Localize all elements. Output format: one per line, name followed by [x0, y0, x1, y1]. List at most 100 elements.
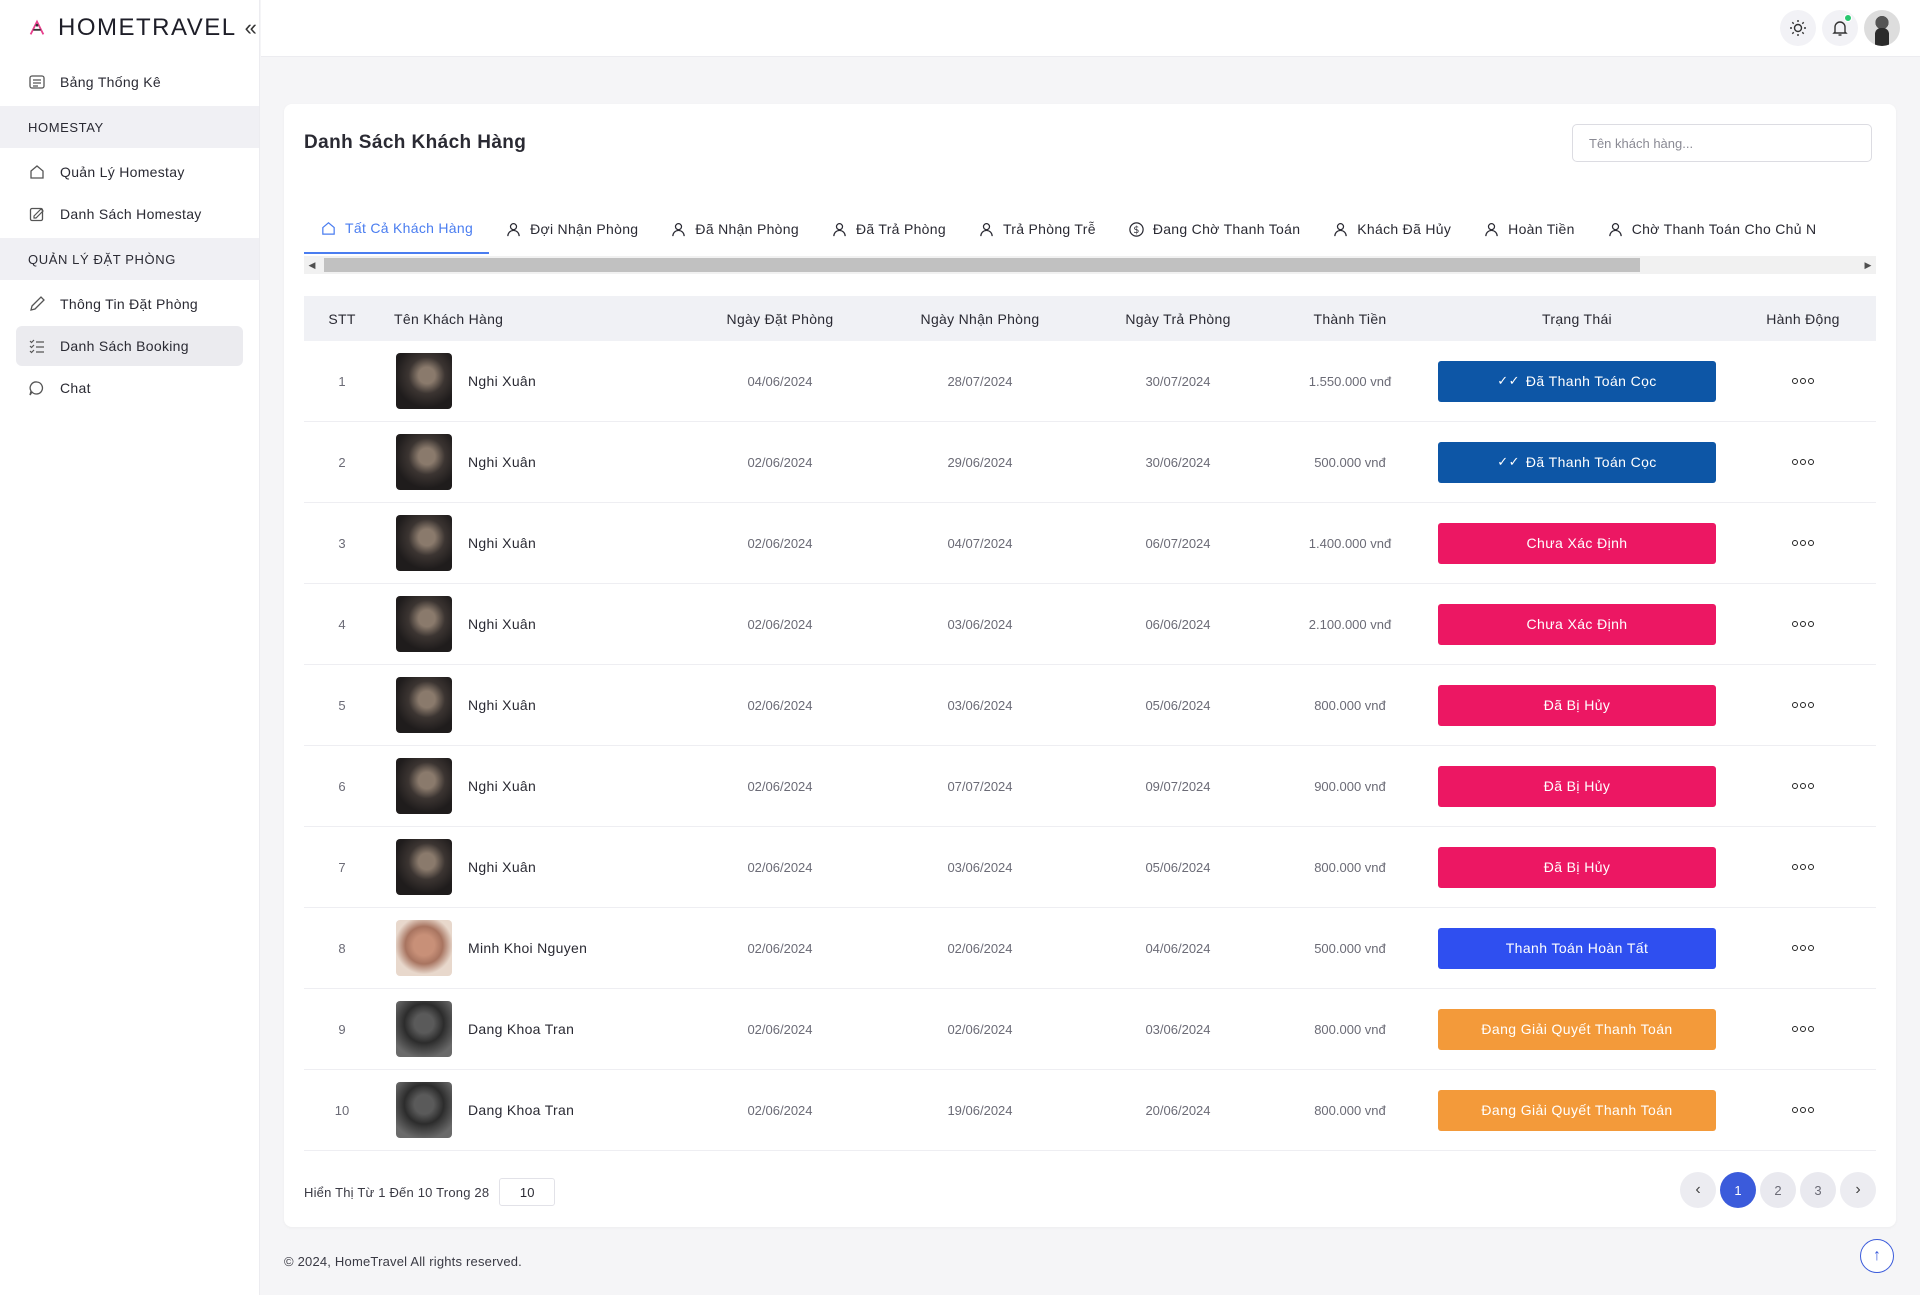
status-badge[interactable]: Đã Bị Hủy	[1438, 684, 1716, 726]
checkout-date: 03/06/2024	[1145, 1021, 1211, 1037]
tab-8[interactable]: Chờ Thanh Toán Cho Chủ N	[1591, 204, 1833, 254]
row-stt: 10	[334, 1102, 350, 1118]
tab-1[interactable]: Đợi Nhận Phòng	[489, 204, 654, 254]
sidebar-item-manage-homestay[interactable]: Quản Lý Homestay	[16, 152, 243, 192]
customer-avatar	[396, 515, 452, 571]
checkin-date: 03/06/2024	[947, 616, 1013, 632]
user-icon	[1332, 221, 1357, 238]
status-badge[interactable]: ✓✓ Đã Thanh Toán Cọc	[1438, 441, 1716, 483]
checkout-date: 30/07/2024	[1145, 373, 1211, 389]
tab-5[interactable]: $ Đang Chờ Thanh Toán	[1112, 204, 1316, 254]
scroll-right-icon[interactable]: ▶	[1860, 256, 1876, 274]
customer-name: Minh Khoi Nguyen	[468, 940, 588, 956]
tab-label: Đang Chờ Thanh Toán	[1152, 221, 1301, 237]
table-body: 1 Nghi Xuân 04/06/2024 28/07/2024 30/07/2024…	[304, 341, 1876, 1151]
status-badge[interactable]: Chưa Xác Định	[1438, 603, 1716, 645]
more-actions-icon[interactable]	[1786, 1101, 1820, 1119]
amount: 800.000 vnđ	[1314, 1102, 1386, 1118]
customer-avatar	[396, 677, 452, 733]
tab-3[interactable]: Đã Trả Phòng	[815, 204, 962, 254]
customer-name: Nghi Xuân	[468, 616, 537, 632]
status-badge[interactable]: Đang Giải Quyết Thanh Toán	[1438, 1089, 1716, 1131]
bell-icon[interactable]	[1822, 10, 1858, 46]
more-actions-icon[interactable]	[1786, 372, 1820, 390]
status-badge[interactable]: Đang Giải Quyết Thanh Toán	[1438, 1008, 1716, 1050]
booked-date: 02/06/2024	[747, 697, 813, 713]
tab-label: Đợi Nhận Phòng	[530, 221, 639, 237]
amount: 900.000 vnđ	[1314, 778, 1386, 794]
scroll-left-icon[interactable]: ◀	[304, 256, 320, 274]
page-3-button[interactable]: 3	[1800, 1172, 1836, 1208]
tab-7[interactable]: Hoàn Tiền	[1467, 204, 1591, 254]
row-stt: 3	[338, 535, 346, 551]
dollar-circle-icon: $	[1128, 221, 1153, 238]
status-badge[interactable]: Chưa Xác Định	[1438, 522, 1716, 564]
sidebar-item-booking-info[interactable]: Thông Tin Đặt Phòng	[16, 284, 243, 324]
status-label: Chưa Xác Định	[1526, 616, 1628, 632]
customer-avatar	[396, 758, 452, 814]
table-row: 6 Nghi Xuân 02/06/2024 07/07/2024 09/07/2024…	[304, 746, 1876, 827]
tab-2[interactable]: Đã Nhận Phòng	[654, 204, 815, 254]
more-actions-icon[interactable]	[1786, 696, 1820, 714]
header-checkout-date: Ngày Trả Phòng	[1125, 310, 1231, 327]
customer-name: Nghi Xuân	[468, 859, 537, 875]
chevrons-left-icon[interactable]: «	[245, 17, 257, 39]
actions-cell	[1730, 1101, 1876, 1119]
row-stt: 6	[338, 778, 346, 794]
tabs-scrollbar[interactable]: ◀ ▶	[304, 256, 1876, 274]
sidebar-item-homestay-list[interactable]: Danh Sách Homestay	[16, 194, 243, 234]
more-actions-icon[interactable]	[1786, 534, 1820, 552]
status-badge[interactable]: Đã Bị Hủy	[1438, 846, 1716, 888]
more-actions-icon[interactable]	[1786, 777, 1820, 795]
prev-page-button[interactable]: ‹	[1680, 1172, 1716, 1208]
scroll-to-top-button[interactable]: ↑	[1860, 1239, 1894, 1273]
tab-label: Chờ Thanh Toán Cho Chủ N	[1631, 221, 1817, 237]
more-actions-icon[interactable]	[1786, 858, 1820, 876]
sidebar-item-label: Chat	[60, 380, 91, 396]
sidebar-item-booking-list[interactable]: Danh Sách Booking	[16, 326, 243, 366]
customer-avatar	[396, 920, 452, 976]
tab-0[interactable]: Tất Cả Khách Hàng	[304, 204, 490, 254]
user-icon	[978, 221, 1003, 238]
sidebar-item-chat[interactable]: Chat	[16, 368, 243, 408]
more-actions-icon[interactable]	[1786, 615, 1820, 633]
amount: 800.000 vnđ	[1314, 697, 1386, 713]
status-cell: Đã Bị Hủy	[1424, 846, 1730, 888]
user-avatar[interactable]	[1864, 10, 1900, 46]
actions-cell	[1730, 453, 1876, 471]
more-actions-icon[interactable]	[1786, 453, 1820, 471]
sidebar-item-dashboard[interactable]: Bảng Thống Kê	[16, 62, 243, 102]
row-stt: 4	[338, 616, 346, 632]
customer-avatar	[396, 434, 452, 490]
tab-4[interactable]: Trả Phòng Trễ	[962, 204, 1112, 254]
search-input[interactable]	[1572, 124, 1872, 162]
header-actions: Hành Động	[1766, 310, 1840, 327]
chat-icon	[29, 381, 44, 396]
scrollbar-thumb[interactable]	[324, 258, 1640, 272]
status-label: Đã Thanh Toán Cọc	[1525, 454, 1657, 470]
header-name: Tên Khách Hàng	[394, 310, 504, 327]
status-label: Đã Thanh Toán Cọc	[1525, 373, 1657, 389]
customer-name: Nghi Xuân	[468, 454, 537, 470]
checkout-date: 20/06/2024	[1145, 1102, 1211, 1118]
tab-label: Đã Trả Phòng	[855, 221, 946, 237]
page-size-select[interactable]: 10	[499, 1178, 556, 1206]
page-2-button[interactable]: 2	[1760, 1172, 1796, 1208]
sun-icon[interactable]	[1780, 10, 1816, 46]
row-stt: 1	[338, 373, 346, 389]
page-1-button[interactable]: 1	[1720, 1172, 1756, 1208]
status-label: Đang Giải Quyết Thanh Toán	[1481, 1021, 1673, 1037]
double-check-icon: ✓✓	[1497, 454, 1520, 469]
table-row: 1 Nghi Xuân 04/06/2024 28/07/2024 30/07/2024…	[304, 341, 1876, 422]
status-badge[interactable]: Đã Bị Hủy	[1438, 765, 1716, 807]
customer-cell: Minh Khoi Nguyen	[380, 920, 680, 976]
customer-name: Dang Khoa Tran	[468, 1102, 575, 1118]
row-stt: 5	[338, 697, 346, 713]
more-actions-icon[interactable]	[1786, 1020, 1820, 1038]
list-icon	[29, 75, 45, 89]
next-page-button[interactable]: ›	[1840, 1172, 1876, 1208]
status-badge[interactable]: ✓✓ Đã Thanh Toán Cọc	[1438, 360, 1716, 402]
tab-6[interactable]: Khách Đã Hủy	[1316, 204, 1467, 254]
status-badge[interactable]: Thanh Toán Hoàn Tất	[1438, 927, 1716, 969]
more-actions-icon[interactable]	[1786, 939, 1820, 957]
